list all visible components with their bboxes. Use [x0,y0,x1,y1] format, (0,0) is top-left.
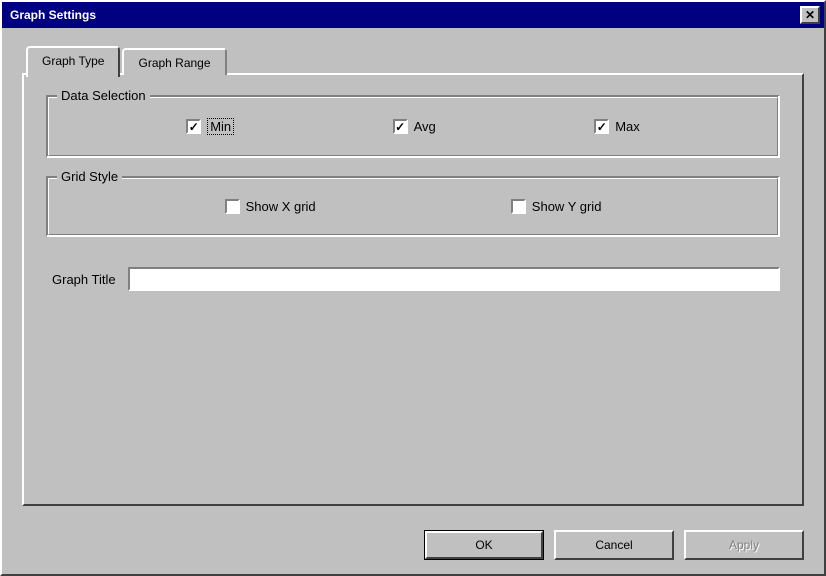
graph-settings-window: Graph Settings ✕ Graph Type Graph Range … [0,0,826,576]
group-legend: Grid Style [57,169,122,184]
apply-button[interactable]: Apply [684,530,804,560]
graph-title-input[interactable] [128,267,780,291]
checkbox-label: Max [615,119,640,134]
checkbox-icon [594,119,609,134]
checkbox-label: Show X grid [246,199,316,214]
checkbox-show-y-grid[interactable]: Show Y grid [511,199,602,214]
checkbox-icon [511,199,526,214]
window-title: Graph Settings [10,8,96,22]
groupbox-data-selection: Data Selection Min Avg Max [46,95,780,158]
dialog-button-row: OK Cancel Apply [2,518,824,574]
grid-style-row: Show X grid Show Y grid [67,195,759,218]
checkbox-icon [186,119,201,134]
checkbox-min[interactable]: Min [186,118,234,135]
checkbox-icon [225,199,240,214]
ok-button[interactable]: OK [424,530,544,560]
dialog-body: Graph Type Graph Range Data Selection Mi… [2,28,824,518]
tab-panel-graph-type: Data Selection Min Avg Max [22,73,804,506]
tab-label: Graph Range [138,56,210,70]
groupbox-grid-style: Grid Style Show X grid Show Y grid [46,176,780,237]
close-button[interactable]: ✕ [800,6,820,24]
button-label: Cancel [595,538,632,552]
checkbox-max[interactable]: Max [594,119,640,134]
checkbox-icon [393,119,408,134]
button-label: OK [475,538,492,552]
tab-graph-type[interactable]: Graph Type [26,46,120,77]
graph-title-row: Graph Title [46,267,780,291]
graph-title-label: Graph Title [52,272,116,287]
checkbox-label: Show Y grid [532,199,602,214]
tab-label: Graph Type [42,54,104,68]
checkbox-label: Avg [414,119,436,134]
tab-graph-range[interactable]: Graph Range [122,48,226,75]
cancel-button[interactable]: Cancel [554,530,674,560]
data-selection-row: Min Avg Max [67,114,759,139]
titlebar: Graph Settings ✕ [2,2,824,28]
button-label: Apply [729,538,759,552]
group-legend: Data Selection [57,88,150,103]
checkbox-avg[interactable]: Avg [393,119,436,134]
close-icon: ✕ [805,8,815,22]
tab-strip: Graph Type Graph Range [22,46,804,75]
checkbox-label: Min [207,118,234,135]
checkbox-show-x-grid[interactable]: Show X grid [225,199,316,214]
